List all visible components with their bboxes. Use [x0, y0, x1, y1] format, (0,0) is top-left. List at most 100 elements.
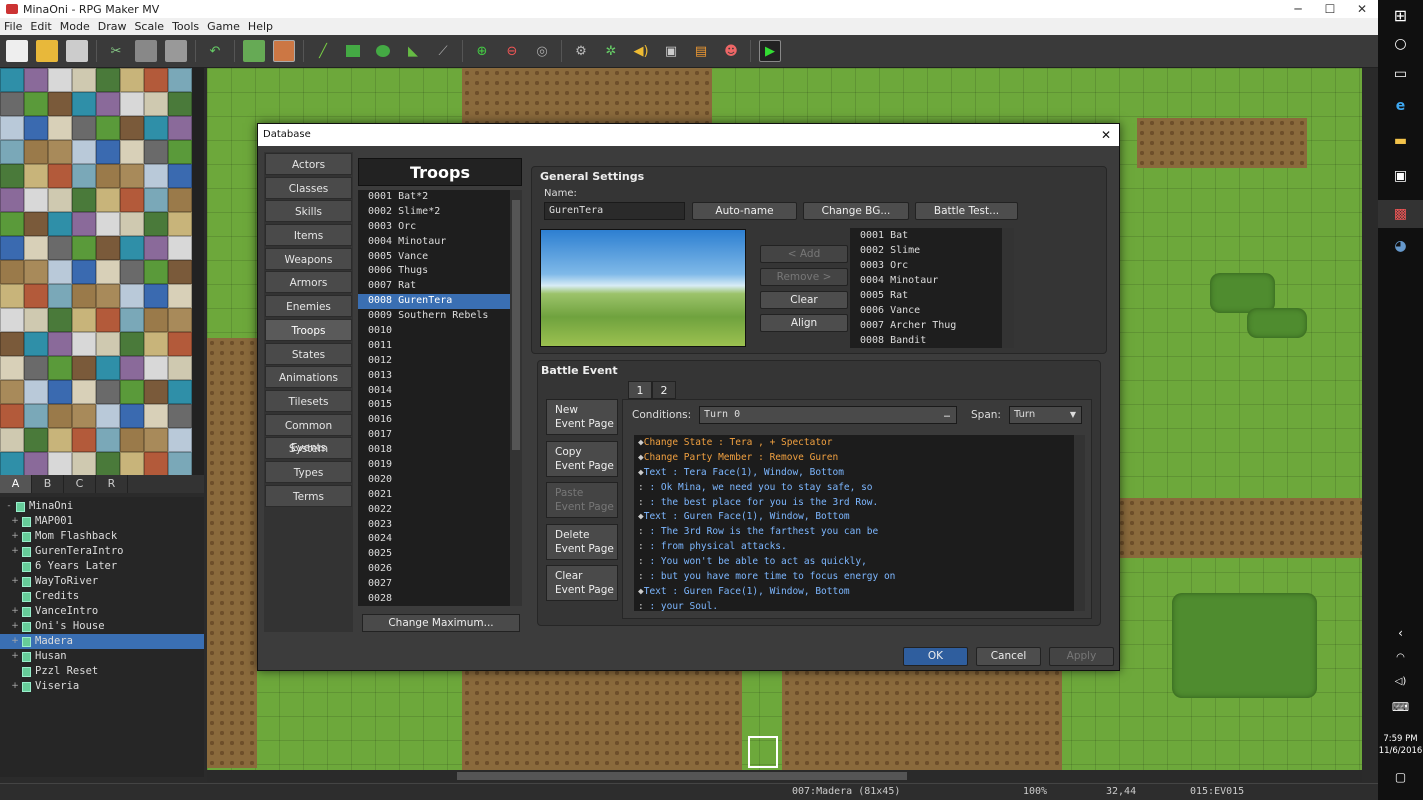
tile[interactable]	[24, 116, 48, 140]
tile[interactable]	[168, 140, 192, 164]
tile[interactable]	[24, 404, 48, 428]
clock-time[interactable]: 7:59 PM	[1378, 734, 1423, 744]
tileset-palette[interactable]	[0, 68, 204, 475]
tile[interactable]	[48, 380, 72, 404]
troop-list-item[interactable]: 0020	[358, 473, 510, 488]
tile[interactable]	[72, 116, 96, 140]
tile[interactable]	[24, 212, 48, 236]
map-tree-item[interactable]: + Mom Flashback	[0, 529, 204, 544]
tile[interactable]	[0, 308, 24, 332]
troop-list-item[interactable]: 0001 Bat*2	[358, 190, 510, 205]
shadow-pen-icon[interactable]: ⟋	[432, 40, 454, 62]
troop-list-item[interactable]: 0018	[358, 443, 510, 458]
network-icon[interactable]: ◠	[1378, 652, 1423, 663]
tile[interactable]	[144, 212, 168, 236]
tile[interactable]	[48, 260, 72, 284]
tile[interactable]	[0, 404, 24, 428]
troop-list-item[interactable]: 0027	[358, 577, 510, 592]
troop-list-item[interactable]: 0016	[358, 413, 510, 428]
map-tree-item[interactable]: + GurenTeraIntro	[0, 544, 204, 559]
nav-weapons[interactable]: Weapons	[265, 247, 352, 270]
menu-mode[interactable]: Mode	[60, 20, 90, 33]
nav-actors[interactable]: Actors	[265, 153, 352, 175]
event-mode-icon[interactable]	[273, 40, 295, 62]
copy-icon[interactable]	[135, 40, 157, 62]
tile[interactable]	[120, 212, 144, 236]
tile[interactable]	[48, 164, 72, 188]
tile[interactable]	[24, 356, 48, 380]
open-project-icon[interactable]	[36, 40, 58, 62]
nav-skills[interactable]: Skills	[265, 200, 352, 223]
tile[interactable]	[120, 140, 144, 164]
tile[interactable]	[144, 332, 168, 356]
plugin-manager-icon[interactable]: ✲	[600, 40, 622, 62]
map-tree-item[interactable]: Credits	[0, 589, 204, 604]
tile[interactable]	[48, 356, 72, 380]
tile[interactable]	[48, 308, 72, 332]
expand-toggle-icon[interactable]: +	[10, 529, 20, 544]
battle-test-button[interactable]: Battle Test...	[915, 202, 1018, 220]
clear-event-page-button[interactable]: Clear Event Page	[546, 565, 618, 601]
map-mode-icon[interactable]	[243, 40, 265, 62]
map-tree-item[interactable]: + MAP001	[0, 514, 204, 529]
tile[interactable]	[144, 188, 168, 212]
troop-list-item[interactable]: 0007 Rat	[358, 279, 510, 294]
nav-troops[interactable]: Troops	[265, 318, 352, 341]
tile[interactable]	[72, 164, 96, 188]
nav-tilesets[interactable]: Tilesets	[265, 389, 352, 412]
battle-background-preview[interactable]	[540, 229, 746, 347]
tile[interactable]	[48, 212, 72, 236]
troop-list-item[interactable]: 0009 Southern Rebels	[358, 309, 510, 324]
troop-list-item[interactable]: 0025	[358, 547, 510, 562]
map-tree-item[interactable]: - MinaOni	[0, 499, 204, 514]
troop-list-item[interactable]: 0003 Orc	[358, 220, 510, 235]
troop-list-item[interactable]: 0026	[358, 562, 510, 577]
tile[interactable]	[120, 188, 144, 212]
troop-list-item[interactable]: 0022	[358, 503, 510, 518]
paint-icon[interactable]: ◕	[1378, 238, 1423, 254]
troop-list-item[interactable]: 0023	[358, 518, 510, 533]
map-tree-item[interactable]: 6 Years Later	[0, 559, 204, 574]
tile[interactable]	[168, 164, 192, 188]
menu-draw[interactable]: Draw	[98, 20, 127, 33]
event-command-line[interactable]: : : from physical attacks.	[634, 540, 1074, 555]
tab-c[interactable]: C	[64, 475, 96, 493]
tile[interactable]	[0, 164, 24, 188]
tile[interactable]	[96, 140, 120, 164]
nav-classes[interactable]: Classes	[265, 176, 352, 199]
new-project-icon[interactable]	[6, 40, 28, 62]
tile[interactable]	[48, 140, 72, 164]
tile[interactable]	[120, 356, 144, 380]
tile[interactable]	[168, 308, 192, 332]
event-command-line[interactable]: ◆Text : Tera Face(1), Window, Bottom	[634, 466, 1074, 481]
tab-a[interactable]: A	[0, 475, 32, 493]
tile[interactable]	[24, 164, 48, 188]
notifications-icon[interactable]: ▢	[1378, 770, 1423, 784]
tile[interactable]	[96, 92, 120, 116]
tile[interactable]	[168, 332, 192, 356]
tile[interactable]	[120, 452, 144, 475]
tile[interactable]	[24, 428, 48, 452]
nav-terms[interactable]: Terms	[265, 484, 352, 507]
tile[interactable]	[72, 356, 96, 380]
map-vscrollbar[interactable]	[1362, 68, 1378, 770]
show-hidden-icon[interactable]: ‹	[1378, 626, 1423, 640]
map-hscrollbar[interactable]	[207, 770, 1362, 782]
tile[interactable]	[48, 428, 72, 452]
tile[interactable]	[120, 404, 144, 428]
new-event-page-button[interactable]: New Event Page	[546, 399, 618, 435]
troop-list-item[interactable]: 0013	[358, 369, 510, 384]
tile[interactable]	[168, 68, 192, 92]
tile[interactable]	[0, 188, 24, 212]
delete-event-page-button[interactable]: Delete Event Page	[546, 524, 618, 560]
expand-toggle-icon[interactable]: +	[10, 679, 20, 694]
tile[interactable]	[96, 116, 120, 140]
map-tree-item[interactable]: Pzzl Reset	[0, 664, 204, 679]
tile[interactable]	[0, 452, 24, 475]
tile[interactable]	[72, 380, 96, 404]
minimize-icon[interactable]: ─	[1282, 2, 1314, 16]
tile[interactable]	[96, 332, 120, 356]
tile[interactable]	[144, 68, 168, 92]
tile[interactable]	[24, 284, 48, 308]
event-command-line[interactable]: : : but you have more time to focus ener…	[634, 570, 1074, 585]
